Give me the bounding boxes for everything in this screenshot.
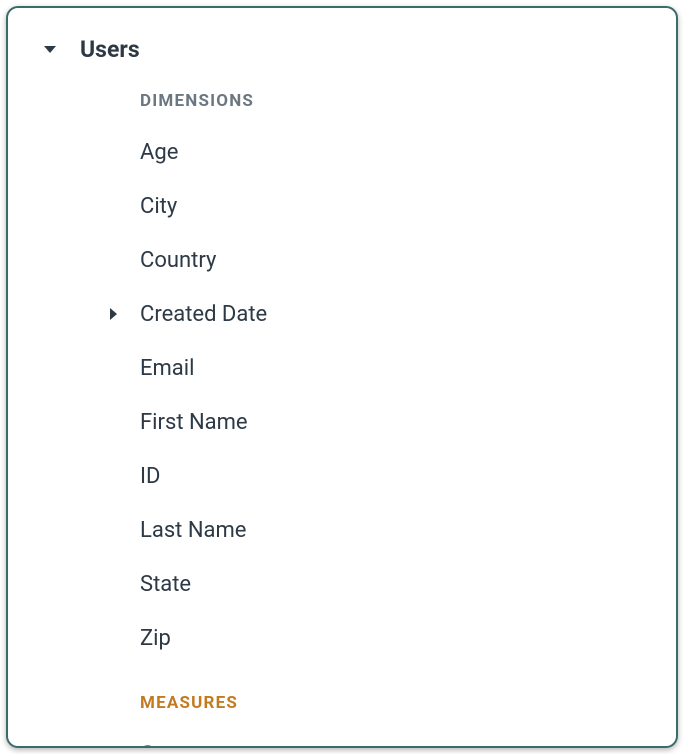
dimension-field-country[interactable]: Country <box>140 233 676 287</box>
field-label: First Name <box>140 410 248 435</box>
measures-header: MEASURES <box>140 693 676 713</box>
dimension-field-state[interactable]: State <box>140 557 676 611</box>
dimension-field-first-name[interactable]: First Name <box>140 395 676 449</box>
measure-field-count[interactable]: Count <box>140 727 676 748</box>
dimensions-section: DIMENSIONS Age City Country Created Date… <box>44 91 676 748</box>
field-label: Last Name <box>140 518 246 543</box>
dimension-field-created-date[interactable]: Created Date <box>140 287 676 341</box>
field-label: City <box>140 194 177 219</box>
dimension-field-last-name[interactable]: Last Name <box>140 503 676 557</box>
field-picker-panel: Users DIMENSIONS Age City Country Create… <box>6 6 678 748</box>
caret-down-icon <box>44 46 56 53</box>
field-label: Count <box>140 742 198 749</box>
dimensions-header: DIMENSIONS <box>140 91 676 111</box>
field-label: Country <box>140 248 216 273</box>
dimension-field-email[interactable]: Email <box>140 341 676 395</box>
dimension-field-id[interactable]: ID <box>140 449 676 503</box>
dimension-field-city[interactable]: City <box>140 179 676 233</box>
field-label: Zip <box>140 626 171 651</box>
field-label: State <box>140 572 191 597</box>
field-label: Email <box>140 356 194 381</box>
caret-right-icon <box>110 308 117 320</box>
field-label: Created Date <box>140 302 267 327</box>
field-label: Age <box>140 140 178 165</box>
dimension-field-age[interactable]: Age <box>140 125 676 179</box>
dimension-field-zip[interactable]: Zip <box>140 611 676 665</box>
field-label: ID <box>140 464 160 489</box>
explore-header-row[interactable]: Users <box>44 36 676 63</box>
explore-title: Users <box>80 36 140 63</box>
